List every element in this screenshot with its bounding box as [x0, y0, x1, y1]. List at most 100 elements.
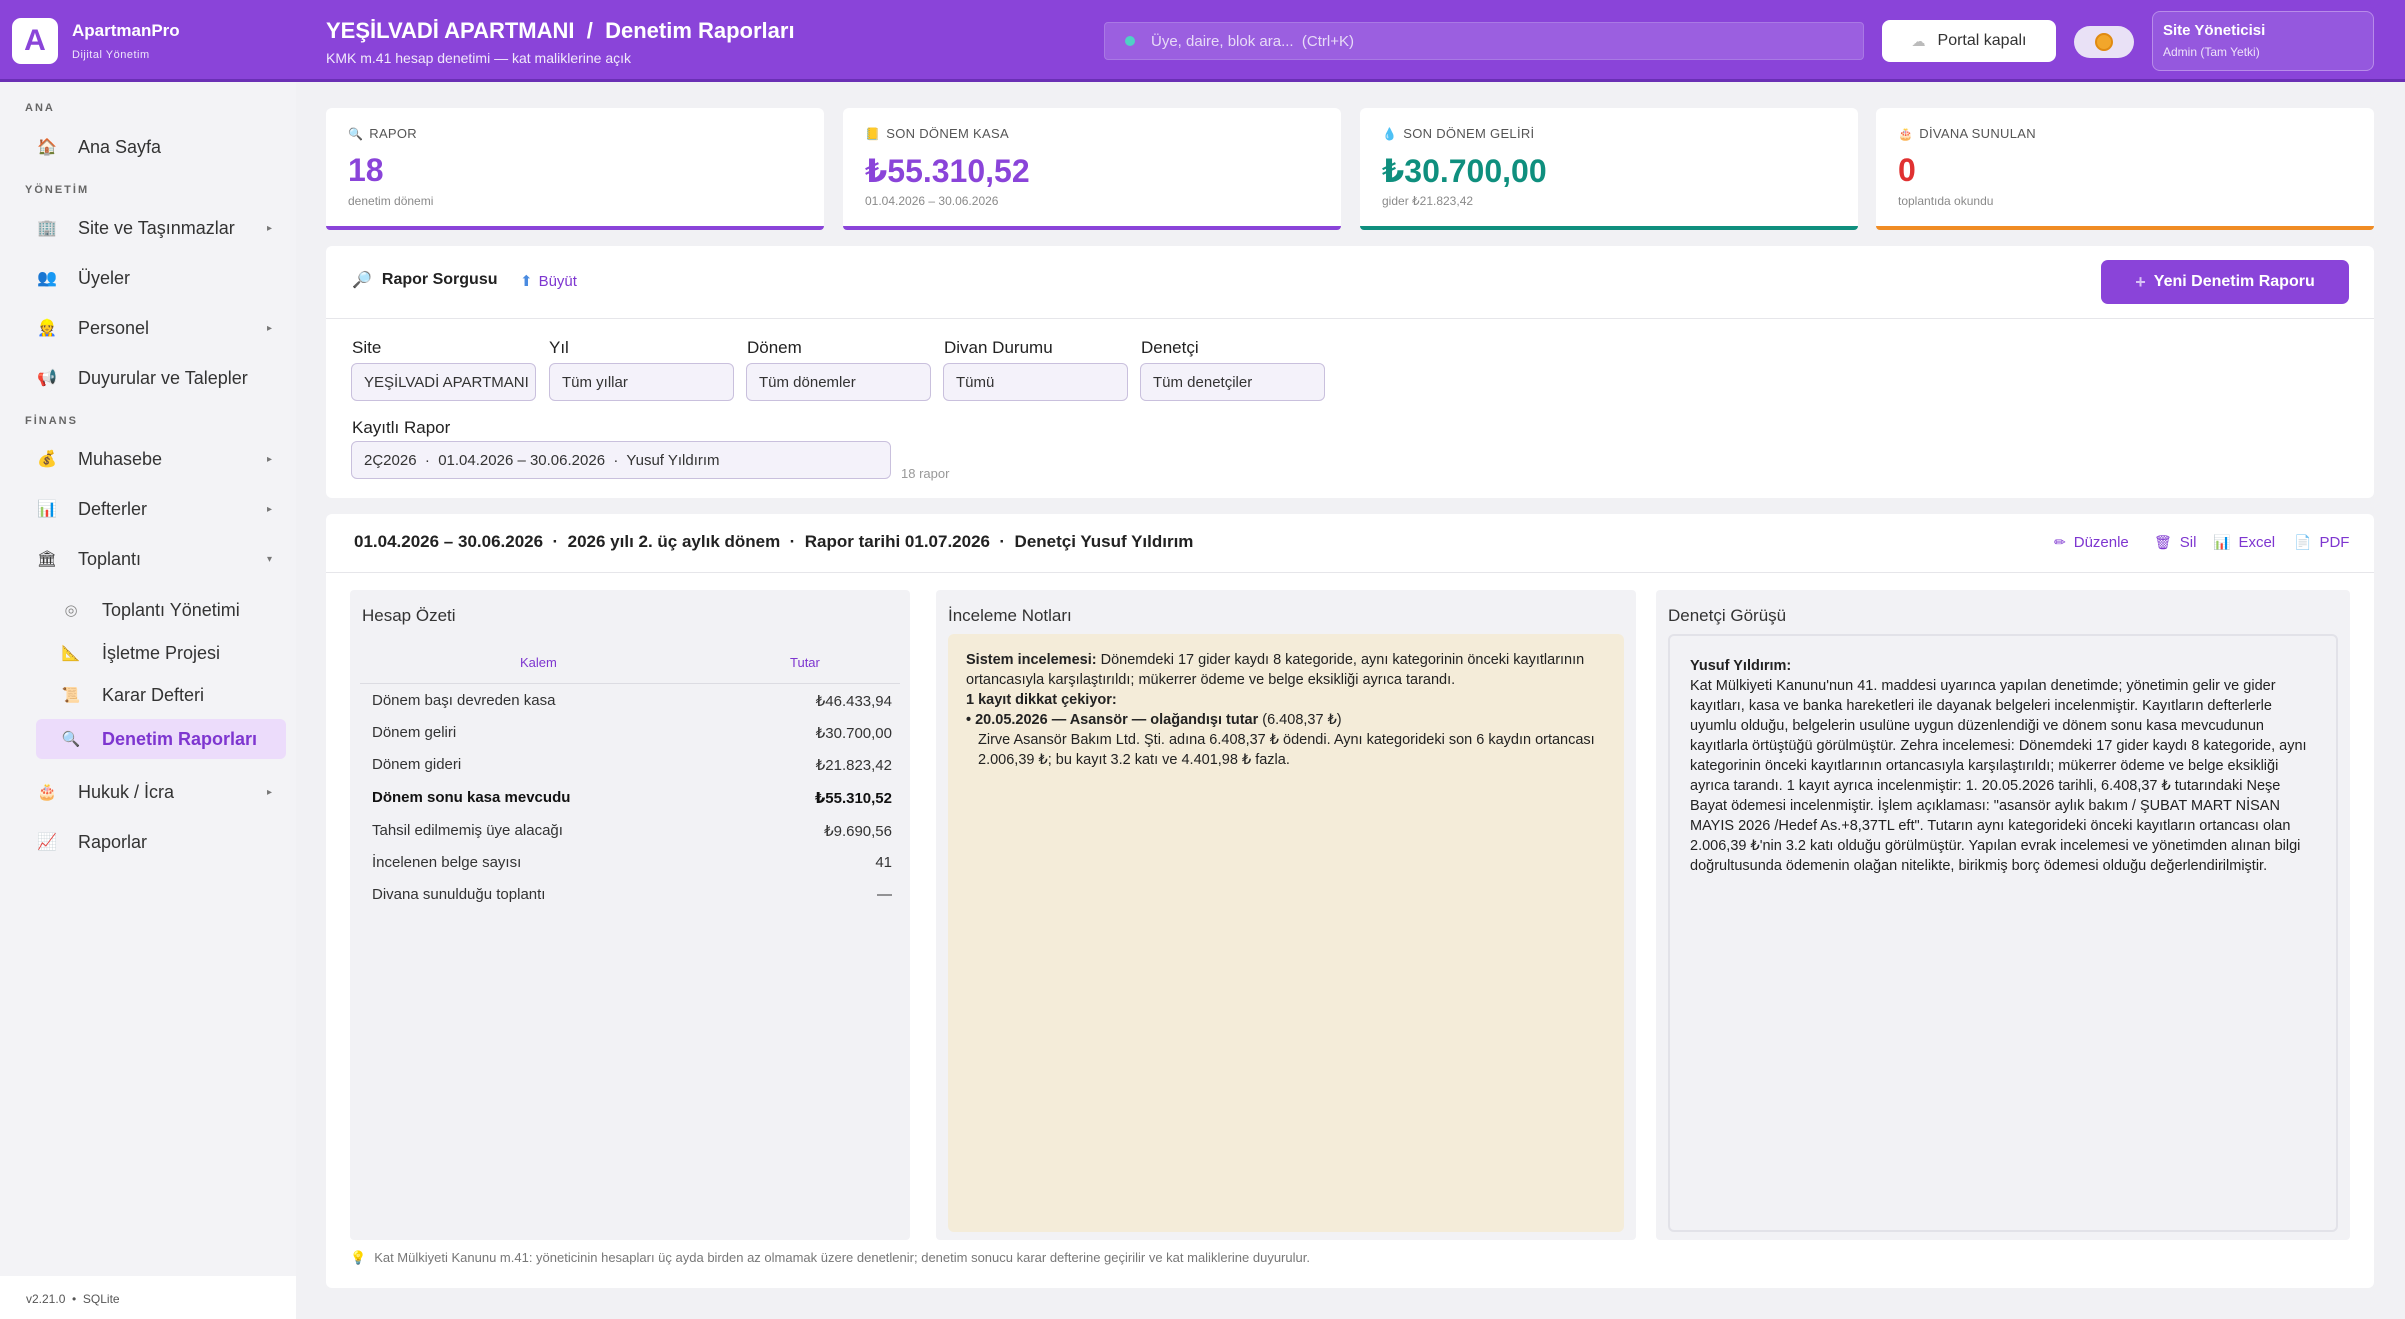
sidebar-item-legal[interactable]: 🎂 Hukuk / İcra ▸	[36, 772, 286, 812]
scroll-icon: 📜	[61, 687, 81, 704]
plus-icon: +	[2135, 271, 2146, 292]
megaphone-icon: 📢	[37, 370, 57, 387]
kpi-hint: denetim dönemi	[348, 194, 434, 208]
search-placeholder: Üye, daire, blok ara... (Ctrl+K)	[1151, 32, 1354, 50]
sidebar-item-label: Site ve Taşınmazlar	[78, 217, 235, 238]
report-card: 01.04.2026 – 30.06.2026 · 2026 yılı 2. ü…	[326, 514, 2374, 1288]
summary-row: Divana sunulduğu toplantı —	[372, 886, 892, 903]
ledger-icon: 📒	[865, 127, 881, 141]
divan-select[interactable]: Tümü	[943, 363, 1128, 401]
kpi-label: SON DÖNEM GELİRİ	[1403, 126, 1535, 141]
sidebar-item-label: Toplantı Yönetimi	[102, 599, 240, 620]
office-icon: 🏛	[36, 551, 58, 568]
pencil-icon: ✏	[2054, 534, 2066, 550]
summary-row: İncelenen belge sayısı 41	[372, 854, 892, 871]
spreadsheet-icon: 📊	[2213, 534, 2231, 550]
chevron-right-icon: ▸	[266, 322, 272, 334]
users-icon: 👥	[37, 270, 57, 287]
chevron-right-icon: ▸	[266, 786, 272, 798]
saved-report-select[interactable]: 2Ç2026 · 01.04.2026 – 30.06.2026 · Yusuf…	[351, 441, 891, 479]
kpi-label: DİVANA SUNULAN	[1919, 126, 2036, 141]
sidebar-item-home[interactable]: 🏠 Ana Sayfa	[36, 127, 286, 167]
report-header: 01.04.2026 – 30.06.2026 · 2026 yılı 2. ü…	[354, 532, 1194, 551]
kpi-card-income: 💧 SON DÖNEM GELİRİ ₺30.700,00 gider ₺21.8…	[1360, 108, 1858, 230]
sidebar-item-label: Denetim Raporları	[102, 728, 258, 749]
portal-label: Portal kapalı	[1937, 32, 2027, 49]
sidebar-item-meeting[interactable]: 🏛 Toplantı ▾	[36, 539, 286, 579]
sidebar-item-label: Defterler	[78, 498, 148, 519]
chart-icon: 📊	[37, 501, 57, 518]
opinion-content: Yusuf Yıldırım: Kat Mülkiyeti Kanunu'nun…	[1668, 634, 2338, 1232]
brand-subtitle: Dijital Yönetim	[72, 49, 150, 61]
sidebar-section-ana: ANA	[25, 102, 55, 114]
chevron-down-icon: ▾	[266, 553, 272, 565]
summary-row-total: Dönem sonu kasa mevcudu ₺55.310,52	[372, 789, 892, 807]
divan-label: Divan Durumu	[944, 338, 1053, 357]
excel-button[interactable]: 📊 Excel	[2213, 534, 2275, 551]
chevron-right-icon: ▸	[266, 453, 272, 465]
brand-name: ApartmanPro	[72, 21, 180, 40]
cloud-icon: ☁	[1911, 32, 1926, 49]
sidebar-subitem-operation[interactable]: 📐 İşletme Projesi	[60, 636, 280, 670]
period-select[interactable]: Tüm dönemler	[746, 363, 931, 401]
sidebar-item-reports[interactable]: 📈 Raporlar	[36, 822, 286, 862]
sidebar-subitem-meeting-mgmt[interactable]: ◎ Toplantı Yönetimi	[60, 593, 280, 627]
year-label: Yıl	[549, 338, 569, 357]
auditor-select[interactable]: Tüm denetçiler	[1140, 363, 1325, 401]
site-label: Site	[352, 338, 382, 357]
kpi-hint: toplantıda okundu	[1898, 194, 1994, 208]
home-icon: 🏠	[37, 139, 57, 156]
summary-panel: Hesap Özeti Kalem Tutar Dönem başı devre…	[350, 590, 910, 1240]
kpi-card-cash: 📒 SON DÖNEM KASA ₺55.310,52 01.04.2026 – …	[843, 108, 1341, 230]
sidebar-item-label: Raporlar	[78, 831, 148, 852]
sidebar-item-label: Muhasebe	[78, 448, 163, 469]
user-name: Site Yöneticisi	[2163, 22, 2266, 39]
site-select[interactable]: YEŞİLVADİ APARTMANI	[351, 363, 536, 401]
user-menu[interactable]: Site Yöneticisi Admin (Tam Yetki)	[2152, 11, 2374, 71]
sidebar-item-members[interactable]: 👥 Üyeler	[36, 258, 286, 298]
chevron-right-icon: ▸	[266, 222, 272, 234]
sidebar-item-books[interactable]: 📊 Defterler ▸	[36, 489, 286, 529]
sidebar-item-staff[interactable]: 👷 Personel ▸	[36, 308, 286, 348]
cake-icon: 🎂	[1898, 127, 1914, 141]
summary-title: Hesap Özeti	[362, 606, 456, 625]
kpi-hint: 01.04.2026 – 30.06.2026	[865, 194, 999, 208]
sidebar-subitem-decisions[interactable]: 📜 Karar Defteri	[60, 678, 280, 712]
search-input[interactable]: Üye, daire, blok ara... (Ctrl+K)	[1104, 22, 1864, 60]
sidebar-section-yonetim: YÖNETİM	[25, 184, 90, 196]
income-icon: 💧	[1382, 127, 1398, 141]
version-info: v2.21.0 • SQLite	[0, 1276, 296, 1319]
kpi-accent-bar	[326, 226, 824, 230]
sidebar-item-accounting[interactable]: 💰 Muhasebe ▸	[36, 439, 286, 479]
summary-row: Dönem başı devreden kasa ₺46.433,94	[372, 692, 892, 710]
search-icon: 🔍	[348, 127, 364, 141]
sidebar-item-site[interactable]: 🏢 Site ve Taşınmazlar ▸	[36, 208, 286, 248]
brand[interactable]: A ApartmanPro Dijital Yönetim	[12, 12, 300, 70]
pdf-button[interactable]: 📄 PDF	[2294, 534, 2349, 551]
magnifier-icon: 🔎	[352, 272, 372, 289]
theme-toggle[interactable]	[2074, 26, 2134, 58]
expand-button[interactable]: ⬆ Büyüt	[520, 272, 577, 290]
page-title: YEŞİLVADİ APARTMANI / Denetim Raporları	[326, 18, 795, 43]
sidebar-item-label: Hukuk / İcra	[78, 781, 175, 802]
col-header-item: Kalem	[520, 655, 557, 670]
sidebar-section-finans: FİNANS	[25, 415, 78, 427]
new-audit-report-button[interactable]: + Yeni Denetim Raporu	[2101, 260, 2349, 304]
sidebar-subitem-audit[interactable]: 🔍 Denetim Raporları	[36, 719, 286, 759]
money-bag-icon: 💰	[37, 451, 57, 468]
portal-toggle-button[interactable]: ☁ Portal kapalı	[1882, 20, 2056, 62]
delete-button[interactable]: 🗑 Sil	[2154, 534, 2196, 551]
sidebar-item-label: Üyeler	[78, 267, 131, 288]
auditor-opinion-panel: Denetçi Görüşü Yusuf Yıldırım: Kat Mülki…	[1656, 590, 2350, 1240]
user-role: Admin (Tam Yetki)	[2163, 45, 2260, 59]
kpi-accent-bar	[1876, 226, 2374, 230]
top-bar: A ApartmanPro Dijital Yönetim YEŞİLVADİ …	[0, 0, 2405, 82]
sidebar-item-announcements[interactable]: 📢 Duyurular ve Talepler	[36, 358, 286, 398]
edit-button[interactable]: ✏ Düzenle	[2054, 534, 2129, 551]
kpi-hint: gider ₺21.823,42	[1382, 194, 1474, 208]
chevron-right-icon: ▸	[266, 503, 272, 515]
brand-logo: A	[12, 18, 58, 64]
year-select[interactable]: Tüm yıllar	[549, 363, 734, 401]
divider	[326, 318, 2374, 319]
cake-icon: 🎂	[37, 784, 57, 801]
